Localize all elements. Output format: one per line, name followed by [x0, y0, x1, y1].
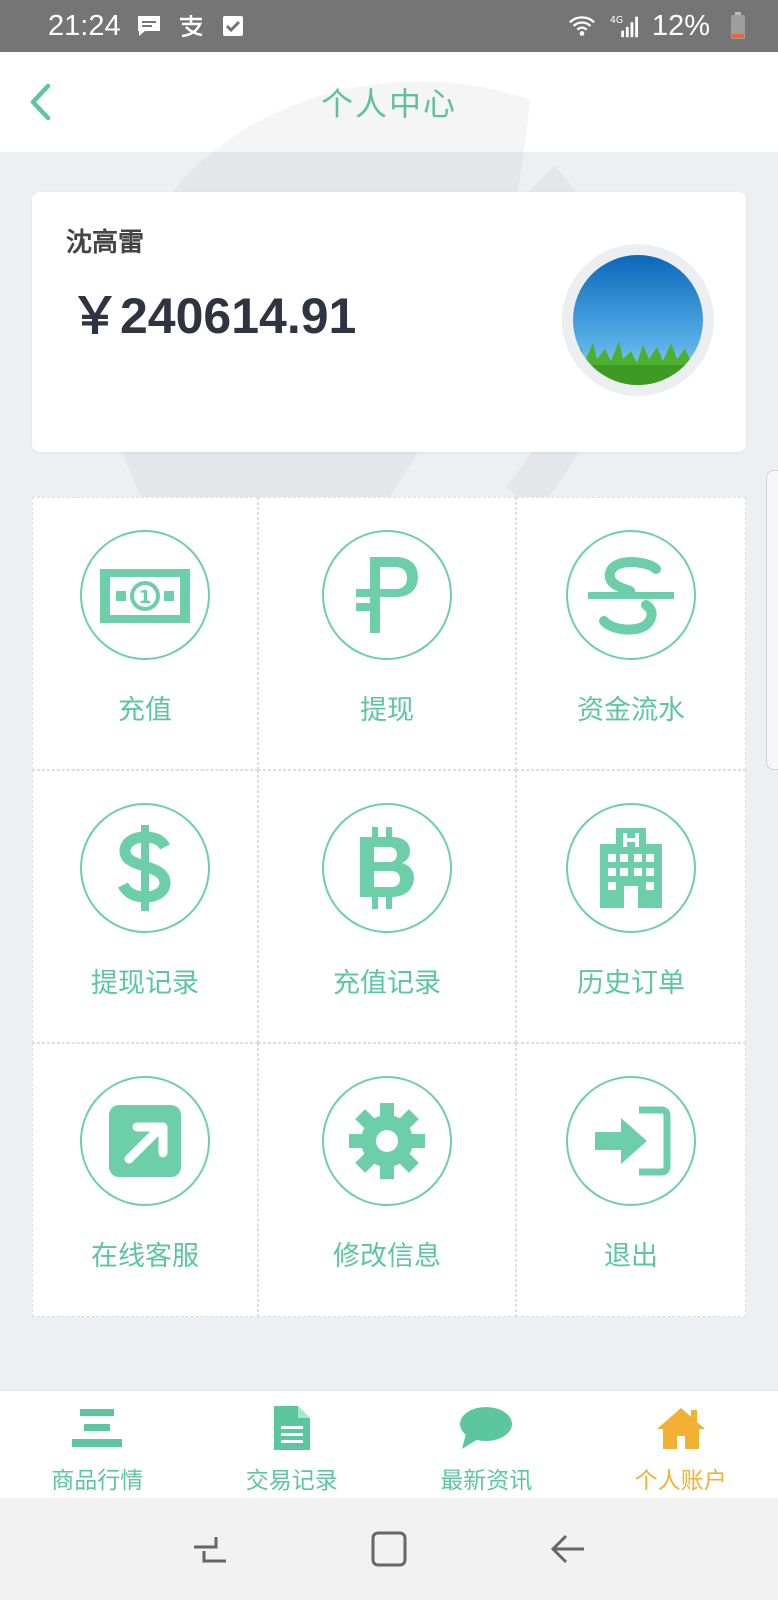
menu-order-history[interactable]: 历史订单 [516, 770, 746, 1043]
menu-withdraw[interactable]: 提现 [258, 497, 516, 770]
dollar-icon [80, 803, 210, 933]
home-square-icon [371, 1531, 407, 1567]
user-name: 沈高雷 [66, 228, 145, 258]
chevron-left-icon [30, 83, 51, 121]
account-balance: ￥240614.91 [70, 288, 357, 344]
menu-label: 修改信息 [333, 1241, 441, 1272]
hospital-building-icon [566, 803, 696, 933]
strikethrough-s-icon [566, 530, 696, 660]
ruble-icon [322, 530, 452, 660]
alipay-icon [177, 12, 205, 40]
document-icon [262, 1403, 322, 1453]
menu-recharge[interactable]: 1 充值 [32, 497, 258, 770]
tab-label: 交易记录 [245, 1468, 338, 1494]
back-button[interactable] [20, 80, 60, 124]
svg-text:4G: 4G [610, 15, 623, 26]
external-link-square-icon [80, 1076, 210, 1206]
menu-recharge-records[interactable]: 充值记录 [258, 770, 516, 1043]
menu-label: 资金流水 [577, 695, 685, 726]
avatar [573, 255, 703, 385]
menu-label: 提现 [360, 695, 414, 726]
avatar-frame[interactable] [562, 244, 714, 396]
signal-4g-icon: 4G [610, 12, 638, 40]
recent-apps-icon [193, 1537, 226, 1563]
edge-panel-handle[interactable] [766, 470, 778, 770]
menu-label: 充值记录 [333, 968, 441, 999]
tab-label: 最新资讯 [440, 1468, 533, 1494]
menu-grid: 1 充值 提现 资金流水 提现记录 充值记录 历史订单 在线客服 修改信息 退出 [32, 497, 746, 1317]
gear-icon [322, 1076, 452, 1206]
home-icon [651, 1403, 711, 1453]
tab-label: 个人账户 [634, 1468, 727, 1494]
wifi-icon [568, 12, 596, 40]
bitcoin-icon [322, 803, 452, 933]
back-nav-button[interactable] [538, 1519, 598, 1579]
tab-market[interactable]: 商品行情 [0, 1391, 195, 1498]
menu-logout[interactable]: 退出 [516, 1043, 746, 1317]
menu-edit-info[interactable]: 修改信息 [258, 1043, 516, 1317]
battery-icon [724, 12, 752, 40]
profile-card: 沈高雷 ￥240614.91 [32, 192, 746, 452]
tab-account[interactable]: 个人账户 [584, 1391, 778, 1498]
bottom-tab-bar: 商品行情 交易记录 最新资讯 个人账户 [0, 1390, 778, 1498]
system-nav-bar [0, 1498, 778, 1600]
menu-label: 在线客服 [91, 1241, 199, 1272]
sign-in-icon [566, 1076, 696, 1206]
page-title: 个人中心 [320, 85, 457, 123]
tab-news[interactable]: 最新资讯 [389, 1391, 584, 1498]
home-button[interactable] [359, 1519, 419, 1579]
app-header: 个人中心 [0, 52, 778, 152]
back-arrow-icon [551, 1534, 585, 1564]
bars-icon [67, 1403, 127, 1453]
tab-label: 商品行情 [51, 1468, 144, 1494]
recent-apps-button[interactable] [180, 1519, 240, 1579]
menu-withdraw-records[interactable]: 提现记录 [32, 770, 258, 1043]
battery-percent: 12% [651, 9, 710, 42]
menu-label: 退出 [604, 1241, 658, 1272]
status-time: 21:24 [48, 9, 121, 42]
chat-bubble-icon [456, 1403, 516, 1453]
menu-label: 提现记录 [91, 968, 199, 999]
message-icon [135, 12, 163, 40]
tab-trade-records[interactable]: 交易记录 [195, 1391, 390, 1498]
status-bar: 21:24 4G 12% [0, 0, 778, 52]
svg-text:1: 1 [139, 587, 152, 608]
banknote-icon: 1 [80, 530, 210, 660]
menu-label: 充值 [118, 695, 172, 726]
menu-label: 历史订单 [577, 968, 685, 999]
menu-fund-flow[interactable]: 资金流水 [516, 497, 746, 770]
menu-online-service[interactable]: 在线客服 [32, 1043, 258, 1317]
check-box-icon [219, 12, 247, 40]
